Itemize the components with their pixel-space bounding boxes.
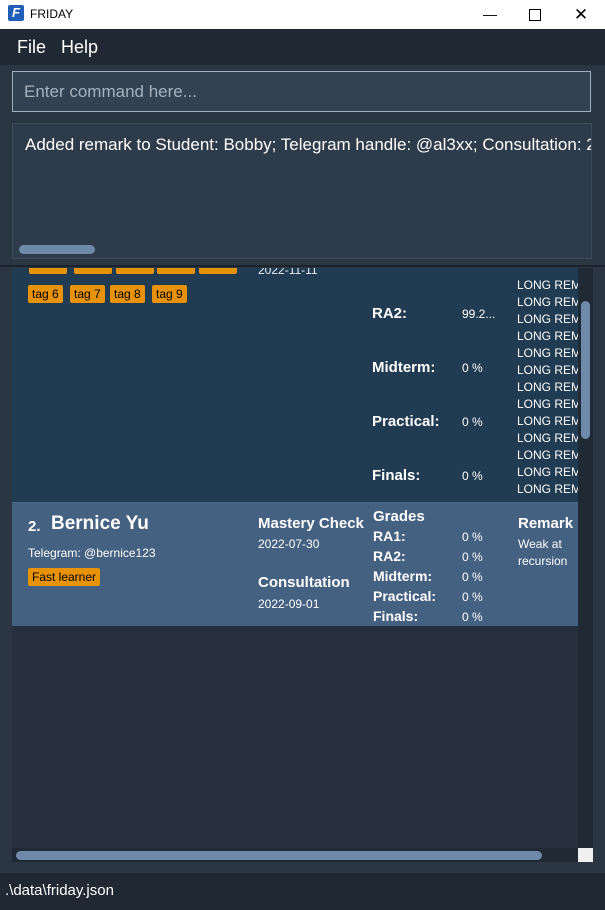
- minimize-button[interactable]: —: [467, 0, 513, 29]
- consultation-title: Consultation: [258, 574, 350, 591]
- remark-line: LONG REMARK: [517, 278, 578, 292]
- result-display: Added remark to Student: Bobby; Telegram…: [12, 123, 592, 259]
- ra1-value: 0 %: [462, 530, 483, 544]
- horizontal-scroll-thumb[interactable]: [16, 851, 542, 860]
- window-title: FRIDAY: [30, 7, 74, 21]
- remark-line: LONG REMARK: [517, 465, 578, 479]
- result-horizontal-scrollbar[interactable]: [19, 245, 95, 254]
- ra2-value: 0 %: [462, 550, 483, 564]
- student-tag: Fast learner: [28, 568, 101, 586]
- remark-line-2: recursion: [518, 554, 568, 568]
- vertical-scrollbar[interactable]: [578, 268, 593, 848]
- remark-title: Remark: [518, 515, 574, 532]
- remark-line: LONG REMARK: [517, 414, 578, 428]
- ra1-label: RA1:: [373, 528, 406, 544]
- remark-line: LONG REMARK: [517, 482, 578, 496]
- maximize-icon: [529, 9, 541, 22]
- card-1-practical-value: 0 %: [462, 415, 483, 429]
- card-1-midterm-label: Midterm:: [372, 359, 436, 376]
- menu-help[interactable]: Help: [61, 37, 98, 58]
- ra2-label: RA2:: [373, 548, 406, 564]
- tag-cut-5: [199, 268, 237, 274]
- remark-line: LONG REMARK: [517, 448, 578, 462]
- midterm-label: Midterm:: [373, 568, 433, 584]
- close-button[interactable]: ✕: [558, 0, 604, 29]
- student-telegram: Telegram: @bernice123: [28, 546, 156, 560]
- tag-cut-1: [29, 268, 67, 274]
- status-bar: .\data\friday.json: [0, 873, 605, 910]
- horizontal-scrollbar[interactable]: [12, 848, 578, 862]
- finals-label: Finals:: [373, 608, 419, 624]
- remark-line-1: Weak at: [518, 537, 562, 551]
- grades-title: Grades: [373, 508, 425, 525]
- student-list: 2022-11-11 tag 6 tag 7 tag 8 tag 9 RA2: …: [12, 268, 593, 862]
- finals-value: 0 %: [462, 610, 483, 624]
- remark-line: LONG REMARK: [517, 363, 578, 377]
- remark-line: LONG REMARK: [517, 329, 578, 343]
- consultation-date: 2022-09-01: [258, 597, 320, 611]
- student-name: Bernice Yu: [51, 513, 149, 534]
- card-1-finals-label: Finals:: [372, 467, 421, 484]
- remark-line: LONG REMARK: [517, 397, 578, 411]
- title-bar: F FRIDAY — ✕: [0, 0, 605, 29]
- maximize-button[interactable]: [512, 0, 558, 29]
- mastery-check-title: Mastery Check: [258, 515, 364, 532]
- menu-bar: File Help: [0, 29, 605, 65]
- midterm-value: 0 %: [462, 570, 483, 584]
- tag-cut-4: [157, 268, 195, 274]
- card-1-date: 2022-11-11: [258, 268, 318, 277]
- tag-7: tag 7: [70, 285, 105, 303]
- remark-line: LONG REMARK: [517, 346, 578, 360]
- command-input[interactable]: [12, 71, 591, 112]
- card-1-practical-label: Practical:: [372, 413, 440, 430]
- scroll-corner: [578, 848, 593, 862]
- card-1-ra2-label: RA2:: [372, 305, 408, 322]
- remark-line: LONG REMARK: [517, 295, 578, 309]
- student-card-2[interactable]: 2. Bernice Yu Telegram: @bernice123 Fast…: [12, 503, 578, 626]
- student-card-1[interactable]: 2022-11-11 tag 6 tag 7 tag 8 tag 9 RA2: …: [12, 268, 578, 503]
- remark-line: LONG REMARK: [517, 431, 578, 445]
- card-1-midterm-value: 0 %: [462, 361, 483, 375]
- command-panel: [0, 65, 605, 117]
- result-text: Added remark to Student: Bobby; Telegram…: [25, 135, 592, 154]
- mastery-check-date: 2022-07-30: [258, 537, 320, 551]
- tag-6: tag 6: [28, 285, 63, 303]
- panel-divider[interactable]: [0, 265, 605, 267]
- app-logo-icon: F: [8, 5, 24, 21]
- card-1-ra2-value: 99.2...: [462, 307, 496, 321]
- remark-line: LONG REMARK: [517, 380, 578, 394]
- practical-value: 0 %: [462, 590, 483, 604]
- menu-file[interactable]: File: [17, 37, 46, 58]
- remark-line: LONG REMARK: [517, 312, 578, 326]
- card-1-content: 2022-11-11 tag 6 tag 7 tag 8 tag 9 RA2: …: [12, 268, 578, 502]
- tag-8: tag 8: [110, 285, 145, 303]
- practical-label: Practical:: [373, 588, 437, 604]
- tag-9: tag 9: [152, 285, 187, 303]
- save-location: .\data\friday.json: [5, 882, 114, 899]
- student-index: 2.: [28, 518, 41, 535]
- tag-cut-2: [74, 268, 112, 274]
- card-1-finals-value: 0 %: [462, 469, 483, 483]
- tag-cut-3: [116, 268, 154, 274]
- vertical-scroll-thumb[interactable]: [581, 301, 590, 439]
